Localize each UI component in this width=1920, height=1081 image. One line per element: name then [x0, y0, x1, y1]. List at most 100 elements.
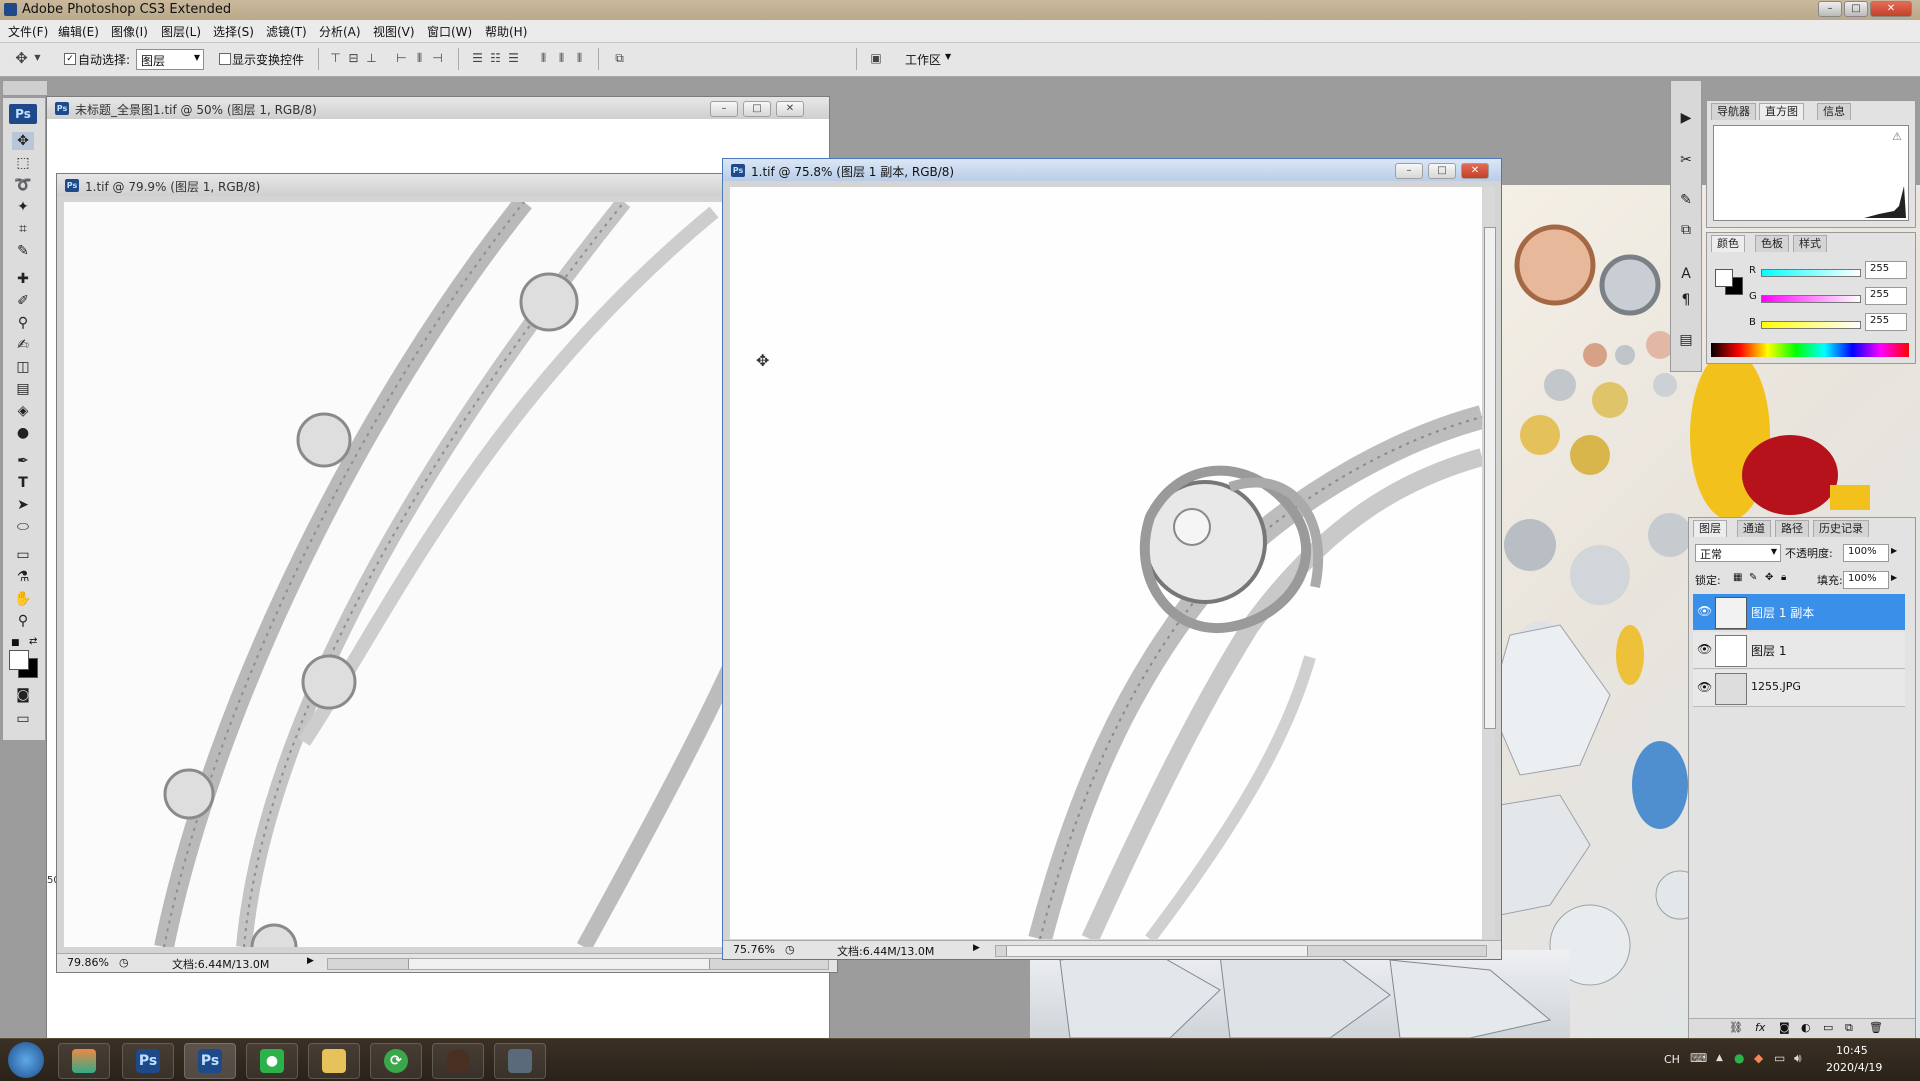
- tab-paths[interactable]: 路径: [1775, 520, 1809, 537]
- tab-histogram[interactable]: 直方图: [1759, 103, 1804, 120]
- brush-tool-icon[interactable]: ✐: [12, 292, 34, 310]
- green-value-field[interactable]: 255: [1865, 287, 1907, 305]
- menu-select[interactable]: 选择(S): [213, 23, 254, 40]
- type-tool-icon[interactable]: T: [12, 474, 34, 492]
- tab-channels[interactable]: 通道: [1737, 520, 1771, 537]
- document-window-left[interactable]: Ps 1.tif @ 79.9% (图层 1, RGB/8) 79.86% ◷ …: [56, 173, 838, 973]
- blue-value-field[interactable]: 255: [1865, 313, 1907, 331]
- new-layer-icon[interactable]: ⧉: [1845, 1021, 1853, 1035]
- clone-stamp-icon[interactable]: ⚲: [12, 314, 34, 332]
- menu-layer[interactable]: 图层(L): [161, 23, 201, 40]
- language-indicator[interactable]: CH: [1664, 1053, 1680, 1066]
- zoom-tool-icon[interactable]: ⚲: [12, 612, 34, 630]
- layer-mask-icon[interactable]: ◙: [1779, 1021, 1790, 1034]
- shape-tool-icon[interactable]: ⬭: [12, 518, 34, 536]
- doc-maximize-button[interactable]: □: [743, 101, 771, 117]
- screen-mode-icon[interactable]: ▭: [12, 710, 34, 728]
- status-info-icon[interactable]: ◷: [119, 956, 129, 969]
- lasso-tool-icon[interactable]: ➰: [12, 176, 34, 194]
- lock-all-icon[interactable]: 🔒︎: [1781, 572, 1786, 583]
- document-window-front[interactable]: Ps 1.tif @ 75.8% (图层 1 副本, RGB/8) – □ ✕ …: [722, 158, 1502, 960]
- taskbar-photoshop-2[interactable]: Ps: [184, 1043, 236, 1079]
- workspace-menu[interactable]: 工作区: [905, 51, 941, 68]
- foreground-color-swatch[interactable]: [1715, 269, 1733, 287]
- zoom-level[interactable]: 75.76%: [733, 943, 775, 956]
- volume-icon[interactable]: 🔊︎: [1794, 1051, 1802, 1066]
- lock-transparency-icon[interactable]: ▦: [1733, 572, 1742, 583]
- align-hcenter-icon[interactable]: ⫴: [412, 51, 427, 65]
- green-slider[interactable]: [1761, 295, 1861, 303]
- tab-styles[interactable]: 样式: [1793, 235, 1827, 252]
- maximize-button[interactable]: □: [1844, 1, 1868, 17]
- tab-navigator[interactable]: 导航器: [1711, 103, 1756, 120]
- character-icon[interactable]: A: [1675, 265, 1697, 283]
- lock-position-icon[interactable]: ✥: [1765, 572, 1773, 583]
- menu-edit[interactable]: 编辑(E): [58, 23, 99, 40]
- document-title-bar[interactable]: Ps 1.tif @ 75.8% (图层 1 副本, RGB/8) – □ ✕: [723, 159, 1501, 181]
- layer-name[interactable]: 图层 1 副本: [1751, 604, 1814, 621]
- doc-close-button[interactable]: ✕: [1461, 163, 1489, 179]
- status-menu-arrow[interactable]: ▶: [307, 956, 314, 966]
- taskbar-explorer[interactable]: [308, 1043, 360, 1079]
- paragraph-icon[interactable]: ¶: [1675, 291, 1697, 309]
- start-button[interactable]: [8, 1042, 44, 1078]
- align-top-icon[interactable]: ⊤: [328, 51, 343, 65]
- distribute-right-icon[interactable]: ⦀: [572, 51, 587, 65]
- blue-slider[interactable]: [1761, 321, 1861, 329]
- document-canvas[interactable]: ✥: [730, 187, 1482, 939]
- doc-minimize-button[interactable]: –: [1395, 163, 1423, 179]
- bridge-icon[interactable]: ▣: [866, 51, 886, 65]
- minimize-button[interactable]: –: [1818, 1, 1842, 17]
- taskbar-wechat[interactable]: ●: [246, 1043, 298, 1079]
- menu-analysis[interactable]: 分析(A): [319, 23, 361, 40]
- tray-expand-icon[interactable]: ▲: [1716, 1053, 1723, 1063]
- tab-layers[interactable]: 图层: [1693, 520, 1727, 537]
- clock-date[interactable]: 2020/4/19: [1826, 1061, 1882, 1074]
- taskbar-app-screen[interactable]: [494, 1043, 546, 1079]
- marquee-tool-icon[interactable]: ⬚: [12, 154, 34, 172]
- blur-tool-icon[interactable]: ◈: [12, 402, 34, 420]
- actions-icon[interactable]: ▶: [1675, 109, 1697, 127]
- slice-tool-icon[interactable]: ✎: [12, 242, 34, 260]
- network-icon[interactable]: ▭: [1774, 1051, 1785, 1065]
- quick-mask-icon[interactable]: ◙: [12, 686, 34, 704]
- eyedropper-icon[interactable]: ⚗: [12, 568, 34, 586]
- gradient-tool-icon[interactable]: ▤: [12, 380, 34, 398]
- scrollbar-thumb[interactable]: [1484, 227, 1496, 729]
- eye-icon[interactable]: 👁︎: [1697, 642, 1712, 656]
- close-button[interactable]: ✕: [1870, 1, 1912, 17]
- crop-tool-icon[interactable]: ⌗: [12, 220, 34, 238]
- status-info-icon[interactable]: ◷: [785, 943, 795, 956]
- chevron-down-icon[interactable]: ▼: [30, 51, 45, 65]
- distribute-vcenter-icon[interactable]: ☷: [488, 51, 503, 65]
- vertical-scrollbar[interactable]: [1483, 187, 1496, 939]
- eye-icon[interactable]: 👁︎: [1697, 604, 1712, 618]
- fx-icon[interactable]: fx: [1755, 1021, 1765, 1034]
- path-select-icon[interactable]: ➤: [12, 496, 34, 514]
- menu-view[interactable]: 视图(V): [373, 23, 415, 40]
- scrollbar-thumb[interactable]: [1006, 946, 1308, 956]
- wechat-tray-icon[interactable]: ●: [1734, 1051, 1744, 1065]
- new-group-icon[interactable]: ▭: [1823, 1021, 1833, 1034]
- move-tool-preset-icon[interactable]: ✥: [14, 51, 29, 66]
- menu-help[interactable]: 帮助(H): [485, 23, 527, 40]
- taskbar-app-green[interactable]: ⟳: [370, 1043, 422, 1079]
- blend-mode-dropdown[interactable]: 正常 ▼: [1695, 544, 1781, 562]
- tab-color[interactable]: 颜色: [1711, 235, 1745, 252]
- eye-icon[interactable]: 👁︎: [1697, 680, 1712, 694]
- layer-row[interactable]: 👁︎ 1255.JPG: [1693, 670, 1905, 707]
- keyboard-icon[interactable]: ⌨: [1690, 1051, 1707, 1065]
- show-transform-checkbox[interactable]: [219, 53, 231, 65]
- document-title-bar[interactable]: Ps 未标题_全景图1.tif @ 50% (图层 1, RGB/8) – □ …: [47, 97, 829, 119]
- opacity-field[interactable]: 100%: [1843, 544, 1889, 562]
- color-ramp[interactable]: [1711, 343, 1909, 357]
- swap-colors-icon[interactable]: ⇄: [29, 636, 37, 647]
- distribute-hcenter-icon[interactable]: ⦀: [554, 51, 569, 65]
- tab-swatches[interactable]: 色板: [1755, 235, 1789, 252]
- fill-field[interactable]: 100%: [1843, 571, 1889, 589]
- doc-maximize-button[interactable]: □: [1428, 163, 1456, 179]
- align-bottom-icon[interactable]: ⊥: [364, 51, 379, 65]
- auto-select-dropdown[interactable]: 图层 ▼: [136, 49, 204, 70]
- scrollbar-thumb[interactable]: [408, 959, 710, 969]
- link-layers-icon[interactable]: ⛓: [1729, 1021, 1743, 1034]
